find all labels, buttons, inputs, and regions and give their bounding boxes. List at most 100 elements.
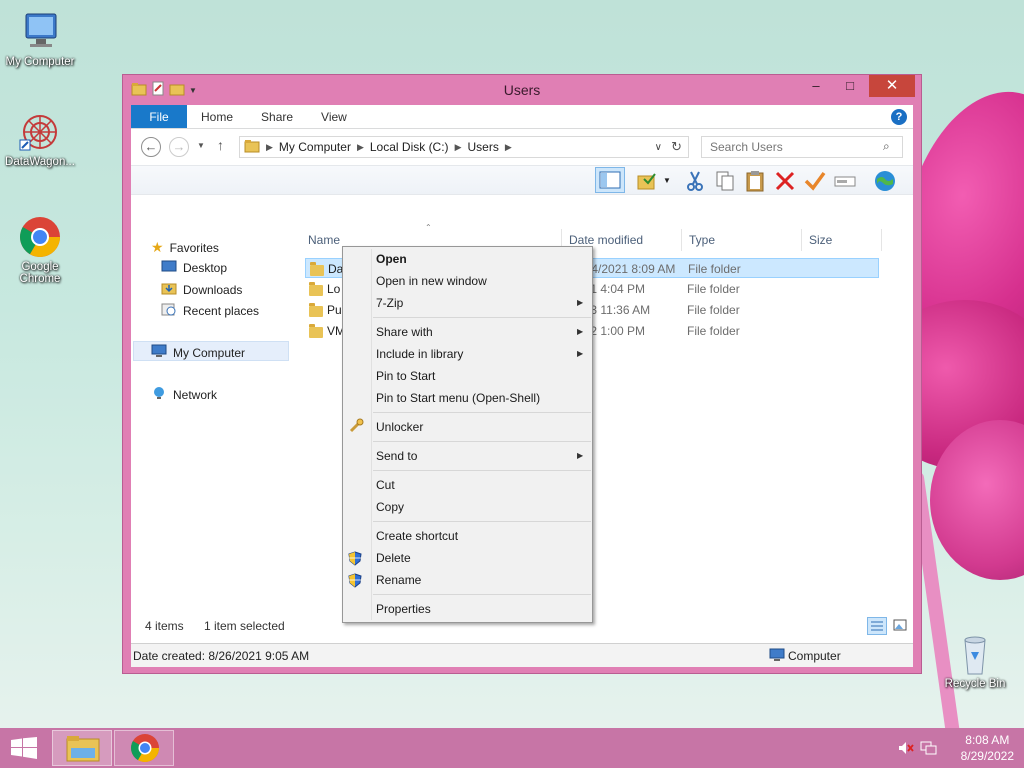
paste-icon[interactable] (743, 169, 767, 193)
tab-share[interactable]: Share (247, 105, 307, 128)
nav-my-computer[interactable]: My Computer (151, 344, 245, 361)
nav-desktop[interactable]: Desktop (161, 260, 227, 275)
tab-view[interactable]: View (307, 105, 361, 128)
column-header-size[interactable]: Size (809, 233, 832, 247)
menu-item-7zip[interactable]: 7-Zip (376, 296, 403, 310)
recycle-bin-icon (951, 632, 999, 676)
downloads-icon (161, 281, 177, 298)
folder-options-icon[interactable] (635, 169, 659, 193)
checkmark-icon[interactable] (803, 169, 827, 193)
desktop-icon-my-computer[interactable]: My Computer (0, 10, 80, 68)
nav-favorites[interactable]: ★ Favorites (151, 239, 219, 256)
desktop-icon (161, 260, 177, 275)
chevron-down-icon[interactable]: ∨ (655, 142, 662, 153)
folder-icon (310, 262, 324, 276)
menu-item-copy[interactable]: Copy (376, 500, 404, 514)
breadcrumb-users[interactable]: Users (467, 140, 498, 154)
network-status-icon[interactable] (920, 740, 938, 759)
folder-icon (244, 139, 260, 156)
menu-item-cut[interactable]: Cut (376, 478, 395, 492)
close-button[interactable]: ✕ (869, 75, 915, 97)
clock-time: 8:08 AM (965, 733, 1010, 747)
nav-recent-places[interactable]: Recent places (161, 302, 259, 319)
refresh-icon[interactable]: ↻ (671, 139, 682, 155)
breadcrumb-separator: ▶ (266, 141, 273, 152)
chrome-icon (131, 734, 159, 762)
up-arrow-icon[interactable]: ↑ (217, 137, 224, 153)
preview-pane-button[interactable] (595, 167, 625, 193)
rename-icon[interactable] (833, 169, 857, 193)
location-text: Computer (788, 649, 841, 663)
search-input[interactable]: Search Users (701, 136, 903, 158)
menu-item-rename[interactable]: Rename (376, 573, 421, 587)
folder-icon (309, 303, 323, 317)
uac-shield-icon (348, 551, 362, 566)
copy-icon[interactable] (713, 169, 737, 193)
breadcrumb-my-computer[interactable]: My Computer (279, 140, 351, 154)
desktop-icon-google-chrome[interactable]: Google Chrome (0, 215, 80, 285)
menu-item-open-new-window[interactable]: Open in new window (376, 274, 487, 288)
selection-count: 1 item selected (204, 619, 285, 633)
menu-item-unlocker[interactable]: Unlocker (376, 420, 423, 434)
column-header-date[interactable]: Date modified (569, 233, 643, 247)
uac-shield-icon (348, 573, 362, 588)
desktop-icon-datawagon[interactable]: DataWagon... (0, 110, 80, 168)
column-header-name[interactable]: Name (308, 233, 340, 247)
desktop-icon-label: My Computer (5, 56, 75, 68)
address-row: ← → ▼ ↑ ▶ My Computer ▶ Local Disk (C:) … (131, 129, 913, 165)
menu-item-pin-to-start-menu[interactable]: Pin to Start menu (Open-Shell) (376, 391, 540, 405)
tab-file[interactable]: File (131, 105, 187, 128)
nav-network[interactable]: Network (151, 386, 217, 403)
breadcrumb-separator: ▶ (504, 141, 512, 152)
volume-muted-icon[interactable] (898, 740, 914, 759)
taskbar-google-chrome[interactable] (114, 730, 174, 766)
globe-icon[interactable] (873, 169, 897, 193)
desktop-icon-label: Recycle Bin (944, 678, 1006, 690)
command-toolbar: ▼ (131, 165, 913, 195)
menu-separator (373, 412, 591, 413)
menu-item-delete[interactable]: Delete (376, 551, 411, 565)
menu-separator (373, 441, 591, 442)
minimize-button[interactable]: – (803, 75, 829, 97)
help-icon[interactable]: ? (891, 109, 907, 125)
folder-icon (309, 282, 323, 296)
search-icon[interactable]: ⌕ (883, 139, 890, 154)
chevron-down-icon[interactable]: ▼ (663, 169, 675, 193)
star-icon: ★ (151, 239, 164, 255)
maximize-button[interactable]: □ (837, 75, 863, 97)
breadcrumb-local-disk[interactable]: Local Disk (C:) (370, 140, 449, 154)
menu-item-share-with[interactable]: Share with (376, 325, 433, 339)
submenu-arrow-icon: ▶ (577, 349, 584, 358)
menu-item-open[interactable]: Open (376, 252, 407, 266)
menu-item-send-to[interactable]: Send to (376, 449, 417, 463)
delete-icon[interactable] (773, 169, 797, 193)
system-clock[interactable]: 8:08 AM 8/29/2022 (961, 732, 1014, 764)
menu-item-create-shortcut[interactable]: Create shortcut (376, 529, 458, 543)
submenu-arrow-icon: ▶ (577, 451, 584, 460)
recent-places-icon (161, 302, 177, 319)
large-icons-view-button[interactable] (891, 617, 911, 635)
menu-gutter (371, 249, 372, 620)
details-view-button[interactable] (867, 617, 887, 635)
tab-home[interactable]: Home (187, 105, 247, 128)
column-header-type[interactable]: Type (689, 233, 715, 247)
item-count: 4 items (145, 619, 184, 633)
forward-button[interactable]: → (169, 137, 189, 157)
back-button[interactable]: ← (141, 137, 161, 157)
details-view-icon (871, 621, 883, 631)
taskbar-file-explorer[interactable] (52, 730, 112, 766)
start-button[interactable] (10, 737, 38, 762)
nav-downloads[interactable]: Downloads (161, 281, 242, 298)
menu-item-include-in-library[interactable]: Include in library (376, 347, 463, 361)
recent-locations-icon[interactable]: ▼ (197, 141, 205, 150)
context-menu: Open Open in new window 7-Zip ▶ Share wi… (342, 246, 593, 623)
address-bar[interactable]: ▶ My Computer ▶ Local Disk (C:) ▶ Users … (239, 136, 689, 158)
datawagon-icon (16, 110, 64, 154)
computer-icon (769, 648, 785, 665)
title-bar[interactable]: ▼ Users – □ ✕ (123, 75, 921, 105)
desktop-icon-recycle-bin[interactable]: Recycle Bin (935, 632, 1015, 690)
menu-item-pin-to-start[interactable]: Pin to Start (376, 369, 435, 383)
cut-icon[interactable] (683, 169, 707, 193)
computer-icon (151, 344, 167, 361)
menu-item-properties[interactable]: Properties (376, 602, 431, 616)
